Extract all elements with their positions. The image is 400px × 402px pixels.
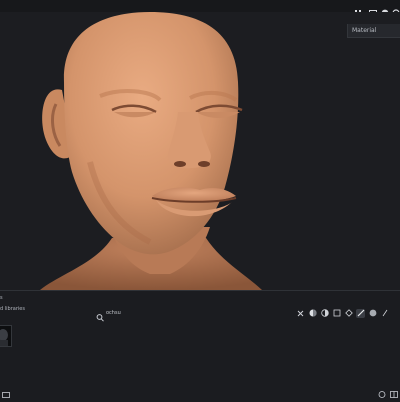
chat-icon[interactable] — [378, 383, 386, 402]
square-filter-icon[interactable] — [332, 309, 341, 318]
sphere-gray-filter-icon[interactable] — [368, 309, 377, 318]
asset-thumbnail[interactable] — [0, 325, 12, 347]
diamond-filter-icon[interactable] — [344, 309, 353, 318]
folder-icon[interactable] — [2, 383, 10, 402]
search-bar[interactable] — [96, 308, 156, 322]
top-toolbar — [0, 0, 400, 17]
close-filter-icon[interactable] — [296, 309, 305, 318]
sphere-filter-icon[interactable] — [308, 309, 317, 318]
search-icon — [96, 308, 104, 327]
search-input[interactable] — [106, 308, 154, 318]
half-circle-filter-icon[interactable] — [320, 309, 329, 318]
info-icon[interactable] — [381, 2, 389, 17]
material-label[interactable]: Material — [347, 24, 400, 38]
libraries-heading[interactable]: d libraries — [0, 306, 25, 312]
frame-icon[interactable] — [369, 2, 377, 16]
library-panel: s d libraries — [0, 291, 400, 400]
3d-viewport[interactable]: Material — [0, 12, 400, 290]
layout-icon[interactable] — [390, 383, 398, 402]
pen-filter-icon[interactable] — [380, 309, 389, 318]
brush-filter-icon[interactable] — [356, 308, 365, 318]
filter-toolbar — [296, 307, 389, 319]
pause-icon[interactable] — [354, 2, 362, 16]
panel-title: s — [0, 295, 3, 301]
settings-icon[interactable] — [392, 2, 400, 17]
panel-actions — [378, 383, 398, 402]
head-sculpt-render — [40, 12, 262, 290]
